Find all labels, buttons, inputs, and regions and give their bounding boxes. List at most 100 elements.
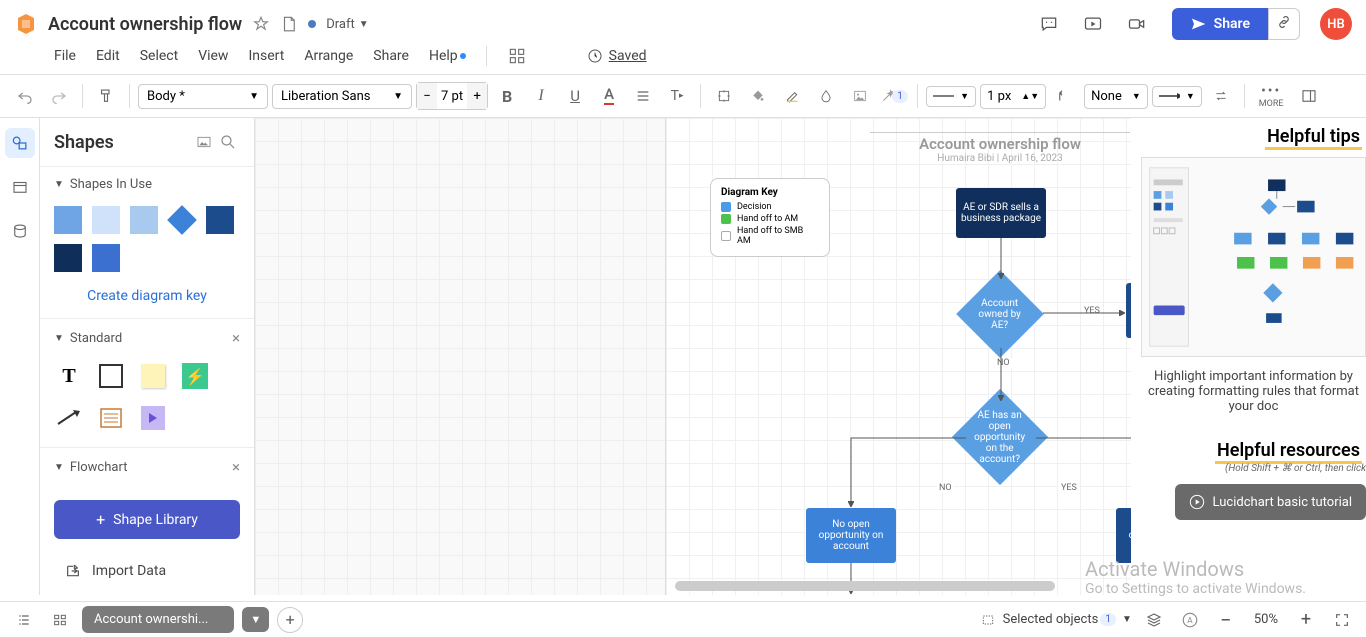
selected-objects-indicator[interactable]: Selected objects 1 ▼ [979, 612, 1132, 628]
shape-swatch-diamond[interactable] [167, 205, 197, 235]
import-data-button[interactable]: Import Data [54, 553, 240, 589]
arrow-shape[interactable] [54, 403, 84, 433]
tips-thumbnail[interactable] [1141, 157, 1366, 357]
page-icon[interactable] [280, 14, 298, 34]
line-type-button[interactable] [1050, 81, 1080, 111]
record-icon[interactable] [1120, 9, 1154, 39]
flow-node-result-2a[interactable]: No open opportunity on account [806, 508, 896, 563]
tutorial-button[interactable]: Lucidchart basic tutorial [1175, 484, 1366, 520]
section-flowchart[interactable]: ▼Flowchart× [40, 448, 254, 486]
line-style-select[interactable]: ▼ [926, 86, 976, 107]
format-painter-button[interactable] [91, 81, 121, 111]
diagram-key-box[interactable]: Diagram Key Decision Hand off to AM Hand… [710, 178, 830, 257]
text-shape[interactable]: T [54, 361, 84, 391]
menu-file[interactable]: File [54, 48, 76, 64]
shape-swatch[interactable] [92, 244, 120, 272]
text-color-button[interactable]: A [594, 81, 624, 111]
document-title[interactable]: Account ownership flow [48, 14, 242, 35]
note-shape[interactable] [138, 361, 168, 391]
zoom-out-button[interactable]: − [1212, 606, 1240, 634]
page-tab-menu[interactable]: ▼ [242, 607, 269, 632]
zoom-in-button[interactable]: + [1292, 606, 1320, 634]
horizontal-scrollbar[interactable] [675, 581, 1055, 591]
menu-view[interactable]: View [198, 48, 228, 64]
flow-title: Account ownership flow Humaira Bibi | Ap… [870, 132, 1130, 164]
rect-shape[interactable] [96, 361, 126, 391]
highlight-button[interactable] [777, 81, 807, 111]
shape-swatch[interactable] [54, 206, 82, 234]
font-size-control[interactable]: −7 pt+ [416, 82, 488, 110]
media-shape[interactable] [138, 403, 168, 433]
share-button[interactable]: Share [1172, 8, 1268, 40]
close-icon[interactable]: × [232, 329, 240, 347]
fullscreen-button[interactable] [1328, 606, 1356, 634]
list-shape[interactable] [96, 403, 126, 433]
font-size-increase[interactable]: + [467, 83, 487, 109]
saved-indicator[interactable]: Saved [587, 48, 647, 64]
image-button[interactable] [845, 81, 875, 111]
style-select[interactable]: Body *▼ [138, 84, 268, 109]
image-shapes-icon[interactable] [192, 130, 216, 154]
line-start-select[interactable]: None▼ [1084, 84, 1148, 109]
star-icon[interactable] [252, 15, 270, 33]
italic-button[interactable]: I [526, 81, 556, 111]
status-dropdown[interactable]: Draft ▼ [326, 17, 368, 32]
section-standard[interactable]: ▼Standard× [40, 319, 254, 357]
undo-button[interactable] [10, 81, 40, 111]
edge-label-no: NO [937, 483, 954, 493]
position-button[interactable] [709, 81, 739, 111]
line-end-select[interactable]: ▼ [1152, 86, 1202, 107]
flow-node-decision-2[interactable]: AE has an open opportunity on the accoun… [952, 389, 1048, 485]
shape-library-button[interactable]: +Shape Library [54, 500, 240, 539]
present-icon[interactable] [1076, 9, 1110, 39]
rail-data-button[interactable] [5, 216, 35, 246]
close-icon[interactable]: × [232, 458, 240, 476]
bold-button[interactable]: B [492, 81, 522, 111]
flow-node-decision-1[interactable]: Account owned by AE? [956, 270, 1044, 358]
action-shape[interactable]: ⚡ [180, 361, 210, 391]
font-select[interactable]: Liberation Sans▼ [272, 84, 412, 109]
font-size-decrease[interactable]: − [417, 83, 437, 109]
resources-subtitle: (Hold Shift + ⌘ or Ctrl, then click [1141, 463, 1366, 474]
shape-swatch[interactable] [206, 206, 234, 234]
shape-swatch[interactable] [130, 206, 158, 234]
accessibility-icon[interactable]: A [1176, 606, 1204, 634]
rail-shapes-button[interactable] [5, 128, 35, 158]
section-shapes-in-use[interactable]: ▼Shapes In Use [40, 167, 254, 202]
zoom-level[interactable]: 50% [1248, 612, 1284, 627]
search-shapes-icon[interactable] [216, 130, 240, 154]
droplet-button[interactable] [811, 81, 841, 111]
add-page-button[interactable]: + [277, 607, 303, 633]
align-button[interactable] [628, 81, 658, 111]
underline-button[interactable]: U [560, 81, 590, 111]
layers-icon[interactable] [1140, 606, 1168, 634]
comment-icon[interactable] [1032, 9, 1066, 39]
fill-button[interactable] [743, 81, 773, 111]
text-options-button[interactable]: T▸ [662, 81, 692, 111]
menu-select[interactable]: Select [140, 48, 178, 64]
flow-node-start[interactable]: AE or SDR sells a business package [956, 188, 1046, 238]
outline-view-icon[interactable] [10, 606, 38, 634]
edge-label-no: NO [995, 358, 1012, 368]
menu-arrange[interactable]: Arrange [304, 48, 353, 64]
menu-help[interactable]: Help [429, 48, 466, 64]
edge-label-yes: YES [1059, 483, 1079, 493]
page-tab[interactable]: Account ownershi... [82, 606, 234, 633]
redo-button[interactable] [44, 81, 74, 111]
shape-swatch[interactable] [92, 206, 120, 234]
grid-view-icon[interactable] [46, 606, 74, 634]
shape-swatch[interactable] [54, 244, 82, 272]
menu-insert[interactable]: Insert [248, 48, 284, 64]
swap-ends-button[interactable] [1206, 81, 1236, 111]
magic-button[interactable]: 1 [879, 81, 909, 111]
more-button[interactable]: •••MORE [1253, 83, 1290, 109]
panel-toggle-button[interactable] [1294, 81, 1324, 111]
line-width-select[interactable]: 1 px▲▼ [980, 84, 1046, 109]
create-diagram-key-link[interactable]: Create diagram key [40, 282, 254, 318]
apps-icon[interactable] [507, 46, 527, 66]
menu-share[interactable]: Share [373, 48, 409, 64]
user-avatar[interactable]: HB [1320, 8, 1352, 40]
rail-containers-button[interactable] [5, 172, 35, 202]
share-link-button[interactable] [1268, 8, 1300, 40]
menu-edit[interactable]: Edit [96, 48, 120, 64]
